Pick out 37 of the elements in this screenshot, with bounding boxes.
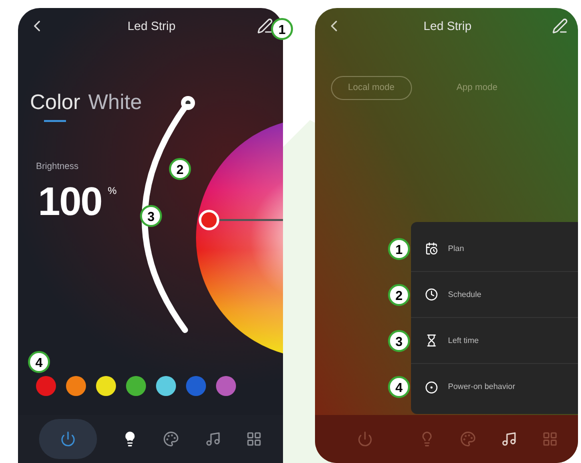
screen-title: Led Strip [127, 18, 176, 35]
clock-icon [425, 288, 438, 301]
mode-tab[interactable]: White [88, 90, 142, 122]
mode-tab[interactable]: Color [30, 90, 80, 122]
color-swatch[interactable] [96, 376, 116, 396]
color-swatch[interactable] [66, 376, 86, 396]
color-swatch[interactable] [216, 376, 236, 396]
brightness-value: 100 [38, 180, 102, 224]
color-swatch[interactable] [126, 376, 146, 396]
slider-thumb[interactable] [181, 96, 195, 110]
palette-icon[interactable] [163, 431, 180, 447]
callout-number: 3 [140, 205, 162, 227]
menu-item[interactable]: Plan [411, 226, 578, 272]
callout-number: 4 [388, 376, 410, 398]
menu-item[interactable]: Left time [411, 318, 578, 364]
menu-item[interactable]: Power-on behavior [411, 364, 578, 410]
screen-title: Led Strip [423, 18, 472, 35]
callout-number: 4 [28, 351, 50, 373]
brightness-label: Brightness [36, 160, 79, 173]
edit-icon[interactable] [552, 18, 568, 34]
edit-icon[interactable] [257, 18, 273, 34]
color-swatch[interactable] [36, 376, 56, 396]
grid-icon[interactable] [246, 431, 262, 447]
hourglass-icon [425, 334, 438, 347]
calendar-icon [425, 242, 438, 255]
music-icon[interactable] [500, 431, 516, 447]
callout-number: 1 [271, 18, 293, 40]
percent-unit: % [108, 184, 117, 198]
callout-number: 2 [388, 284, 410, 306]
power-button[interactable] [38, 419, 97, 459]
callout-number: 3 [388, 330, 410, 352]
color-swatch[interactable] [156, 376, 176, 396]
callout-number: 2 [169, 158, 191, 180]
callout-number: 1 [388, 238, 410, 260]
music-icon[interactable] [204, 431, 221, 447]
menu-item[interactable]: Schedule [411, 272, 578, 318]
color-swatch[interactable] [186, 376, 206, 396]
